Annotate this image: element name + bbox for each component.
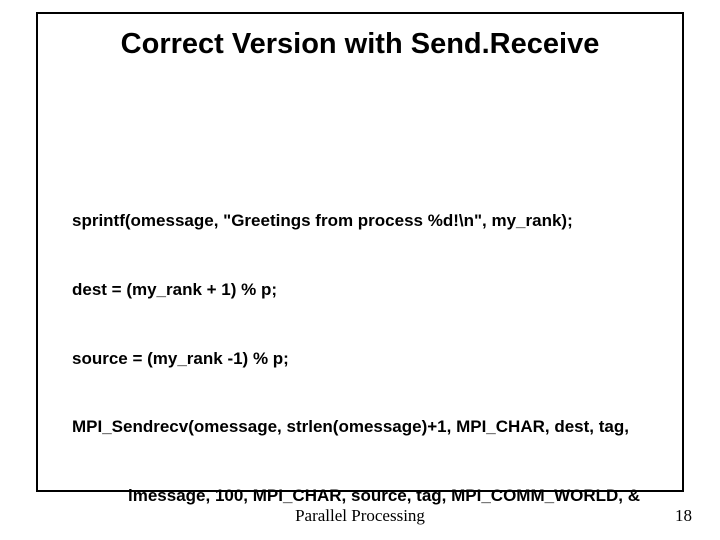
page-number: 18 xyxy=(675,506,692,526)
code-line-4: MPI_Sendrecv(omessage, strlen(omessage)+… xyxy=(72,416,652,439)
code-line-3: source = (my_rank -1) % p; xyxy=(72,348,652,371)
footer-text: Parallel Processing xyxy=(0,506,720,526)
content-frame: Correct Version with Send.Receive sprint… xyxy=(36,12,684,492)
code-line-1: sprintf(omessage, "Greetings from proces… xyxy=(72,210,652,233)
slide-title: Correct Version with Send.Receive xyxy=(38,28,682,61)
code-block: sprintf(omessage, "Greetings from proces… xyxy=(72,164,652,540)
code-line-5: imessage, 100, MPI_CHAR, source, tag, MP… xyxy=(72,485,652,508)
code-line-2: dest = (my_rank + 1) % p; xyxy=(72,279,652,302)
slide: Correct Version with Send.Receive sprint… xyxy=(0,0,720,540)
